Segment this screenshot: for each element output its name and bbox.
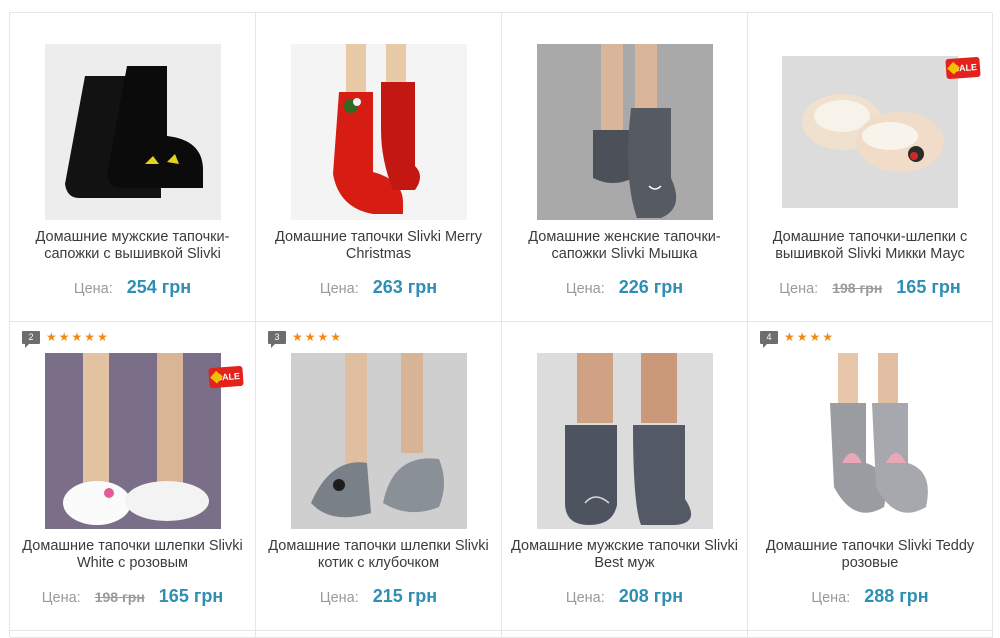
price-label: Цена: [73,281,113,297]
product-card[interactable]: SALE Домашние тапочки-шлепки с вышивкой … [748,13,993,322]
price-row: Цена: 254 грн [10,277,255,298]
price-label: Цена: [319,281,359,297]
price-row: Цена: 226 грн [502,277,747,298]
star-icon: ★ [784,330,795,344]
review-count-badge[interactable]: 2 [22,330,40,348]
price: 208 грн [618,586,684,606]
price-row: Цена: 263 грн [256,277,501,298]
price-row: Цена: 198 грн 165 грн [10,586,255,607]
rating[interactable]: 3 ★ ★ ★ ★ [268,330,341,348]
product-image[interactable] [782,353,958,529]
price: 165 грн [158,586,224,606]
star-rating: ★ ★ ★ ★ [292,331,341,343]
star-icon: ★ [304,330,316,344]
product-image[interactable] [290,44,467,220]
rating[interactable]: 2 ★ ★ ★ ★ ★ [22,330,108,348]
product-image[interactable] [44,44,221,220]
star-icon: ★ [292,330,303,344]
product-grid: Домашние мужские тапочки-сапожки с вышив… [9,12,993,638]
price: 215 грн [372,586,438,606]
product-image[interactable] [536,353,713,529]
star-icon: ★ [796,330,808,344]
price-row: Цена: 198 грн 165 грн [748,277,992,298]
product-title[interactable]: Домашние тапочки шлепки Slivki White с р… [18,538,247,572]
sale-badge: SALE [208,365,244,389]
star-icon: ★ [84,330,96,344]
price-row: Цена: 215 грн [256,586,501,607]
product-title[interactable]: Домашние тапочки шлепки Slivki котик с к… [264,538,493,572]
star-rating: ★ ★ ★ ★ ★ [46,331,108,343]
price-label: Цена: [565,590,605,606]
product-title[interactable]: Домашние женские тапочки-сапожки Slivki … [510,229,739,263]
old-price: 198 грн [94,589,145,605]
price-label: Цена: [565,281,605,297]
rating[interactable]: 4 ★ ★ ★ ★ [760,330,833,348]
old-price: 198 грн [832,280,883,296]
product-card[interactable]: Домашние мужские тапочки Slivki Best муж… [502,322,748,631]
price-row: Цена: 208 грн [502,586,747,607]
product-title[interactable]: Домашние мужские тапочки Slivki Best муж [510,538,739,572]
product-image[interactable] [782,56,958,208]
price-row: Цена: 288 грн [748,586,992,607]
price-label: Цена: [811,590,851,606]
price-label: Цена: [779,281,819,297]
star-icon: ★ [97,330,108,344]
price: 288 грн [864,586,929,606]
review-count-badge[interactable]: 3 [268,330,286,348]
price: 263 грн [372,277,438,297]
sale-badge: SALE [945,56,981,80]
price: 254 грн [126,277,192,297]
star-icon: ★ [58,330,70,344]
star-icon: ★ [330,330,342,344]
price: 165 грн [896,277,961,297]
product-card[interactable]: Домашние мужские тапочки-сапожки с вышив… [10,13,256,322]
product-image[interactable] [290,353,467,529]
product-image[interactable] [44,353,221,529]
price-label: Цена: [41,590,81,606]
star-rating: ★ ★ ★ ★ [784,331,833,343]
product-title[interactable]: Домашние тапочки Slivki Merry Christmas [264,229,493,263]
star-icon: ★ [809,330,821,344]
star-icon: ★ [822,330,834,344]
product-card[interactable]: 3 ★ ★ ★ ★ Домашние тапочки шлепки Slivki… [256,322,502,631]
product-title[interactable]: Домашние тапочки-шлепки с вышивкой Slivk… [756,229,984,263]
star-icon: ★ [46,330,57,344]
review-count-badge[interactable]: 4 [760,330,778,348]
product-card[interactable]: 2 ★ ★ ★ ★ ★ SALE Домашние тапочки шлепки… [10,322,256,631]
product-card[interactable]: Домашние женские тапочки-сапожки Slivki … [502,13,748,322]
product-card[interactable]: Домашние тапочки Slivki Merry Christmas … [256,13,502,322]
product-card[interactable]: 4 ★ ★ ★ ★ Домашние тапочки Slivki Teddy … [748,322,993,631]
star-icon: ★ [317,330,329,344]
product-title[interactable]: Домашние мужские тапочки-сапожки с вышив… [18,229,247,263]
price-label: Цена: [319,590,359,606]
price: 226 грн [618,277,684,297]
product-image[interactable] [536,44,713,220]
star-icon: ★ [71,330,83,344]
product-title[interactable]: Домашние тапочки Slivki Teddy розовые [756,538,984,572]
